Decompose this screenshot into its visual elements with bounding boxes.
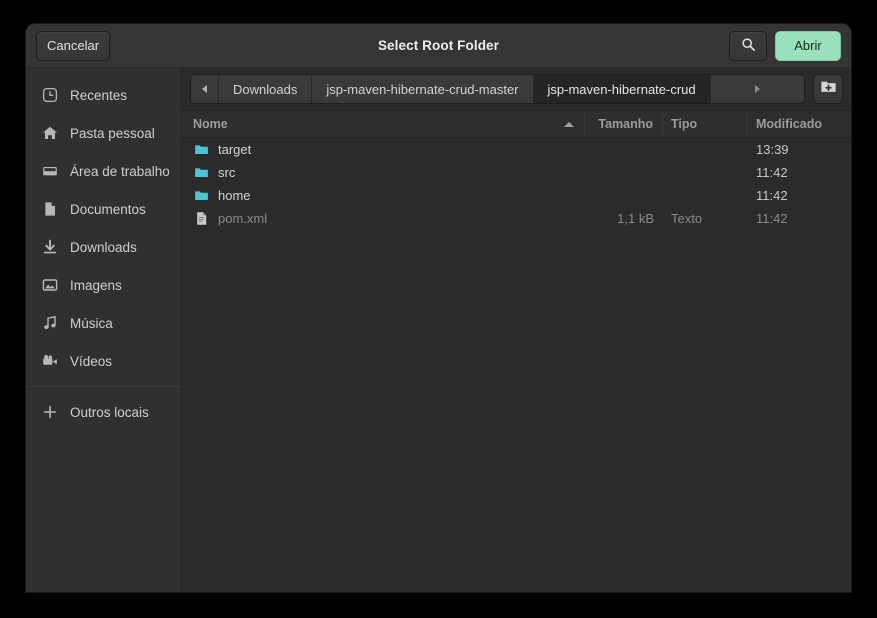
- file-name-label: pom.xml: [218, 211, 268, 226]
- sidebar-item-label: Área de trabalho: [70, 163, 170, 179]
- breadcrumb-item-label: Downloads: [233, 81, 298, 97]
- sidebar-item-videos[interactable]: Vídeos: [26, 342, 181, 380]
- table-row[interactable]: home 11:42: [182, 184, 851, 207]
- column-header-type[interactable]: Tipo: [663, 111, 748, 137]
- folder-icon: [193, 142, 209, 158]
- folder-icon: [193, 188, 209, 204]
- sidebar-item-label: Recentes: [70, 87, 128, 103]
- breadcrumb-scroll-right[interactable]: [710, 75, 804, 103]
- dialog-headerbar: Cancelar Select Root Folder Abrir: [26, 24, 851, 68]
- breadcrumb-item-label: jsp-maven-hibernate-crud-master: [326, 81, 519, 97]
- sort-ascending-icon: [564, 121, 574, 127]
- breadcrumb-item-jsp-maven-hibernate-crud[interactable]: jsp-maven-hibernate-crud: [533, 75, 711, 103]
- column-header-size[interactable]: Tamanho: [585, 111, 663, 137]
- sidebar-item-label: Imagens: [70, 277, 122, 293]
- sidebar-item-area-de-trabalho[interactable]: Área de trabalho: [26, 152, 181, 190]
- sidebar-item-label: Música: [70, 315, 113, 331]
- file-size-cell: 1,1 kB: [617, 211, 654, 226]
- sidebar-item-label: Pasta pessoal: [70, 125, 155, 141]
- table-row[interactable]: pom.xml 1,1 kB Texto 11:42: [182, 207, 851, 230]
- desktop-icon: [42, 163, 58, 179]
- column-header-type-label: Tipo: [671, 117, 698, 131]
- cancel-button-label: Cancelar: [47, 38, 100, 53]
- search-icon: [741, 37, 756, 55]
- file-list[interactable]: target 13:39 src 11:42 home 11:42 pom.xm…: [182, 138, 851, 592]
- file-browser-pane: Downloads jsp-maven-hibernate-crud-maste…: [182, 68, 851, 592]
- dialog-title: Select Root Folder: [377, 38, 500, 53]
- open-button-label: Abrir: [794, 38, 822, 53]
- file-modified-cell: 13:39: [756, 142, 789, 157]
- file-name-cell: src: [182, 165, 585, 181]
- column-header-name[interactable]: Nome: [182, 111, 585, 137]
- video-camera-icon: [42, 353, 58, 369]
- document-icon: [42, 201, 58, 217]
- table-row[interactable]: src 11:42: [182, 161, 851, 184]
- chevron-left-icon: [202, 85, 207, 93]
- breadcrumb-item-downloads[interactable]: Downloads: [219, 75, 313, 103]
- cancel-button[interactable]: Cancelar: [36, 30, 111, 61]
- home-icon: [42, 125, 58, 141]
- sidebar-item-documentos[interactable]: Documentos: [26, 190, 181, 228]
- new-folder-button[interactable]: [813, 74, 843, 104]
- file-name-cell: home: [182, 188, 585, 204]
- file-name-label: home: [218, 188, 251, 203]
- search-button[interactable]: [729, 30, 767, 61]
- file-modified-cell: 11:42: [756, 165, 788, 180]
- file-chooser-dialog: Cancelar Select Root Folder Abrir Recent…: [26, 24, 851, 592]
- file-list-column-headers: Nome Tamanho Tipo Modificado: [182, 110, 851, 138]
- sidebar-item-label: Documentos: [70, 201, 146, 217]
- pathbar: Downloads jsp-maven-hibernate-crud-maste…: [182, 68, 851, 110]
- file-name-cell: pom.xml: [182, 211, 585, 227]
- file-modified-cell: 11:42: [756, 211, 788, 226]
- file-modified-cell: 11:42: [756, 188, 788, 203]
- open-button[interactable]: Abrir: [775, 30, 841, 61]
- column-header-size-label: Tamanho: [598, 117, 653, 131]
- chevron-right-icon: [754, 85, 760, 93]
- new-folder-icon: [820, 78, 837, 100]
- download-icon: [42, 239, 58, 255]
- header-actions: Abrir: [729, 30, 841, 61]
- sidebar-item-label: Downloads: [70, 239, 137, 255]
- breadcrumb-item-label: jsp-maven-hibernate-crud: [547, 81, 696, 97]
- sidebar-item-downloads[interactable]: Downloads: [26, 228, 181, 266]
- sidebar-item-recentes[interactable]: Recentes: [26, 76, 181, 114]
- file-type-cell: Texto: [671, 211, 703, 226]
- breadcrumb-scroll-left[interactable]: [191, 75, 219, 103]
- column-header-modified[interactable]: Modificado: [748, 111, 851, 137]
- dialog-body: Recentes Pasta pessoal Área de trabalho …: [26, 68, 851, 592]
- breadcrumb: Downloads jsp-maven-hibernate-crud-maste…: [190, 74, 805, 104]
- sidebar-item-outros-locais[interactable]: Outros locais: [26, 393, 181, 431]
- folder-icon: [193, 165, 209, 181]
- file-name-label: src: [218, 165, 236, 180]
- places-sidebar: Recentes Pasta pessoal Área de trabalho …: [26, 68, 182, 592]
- sidebar-divider: [26, 386, 181, 387]
- image-icon: [42, 277, 58, 293]
- column-header-modified-label: Modificado: [756, 117, 822, 131]
- sidebar-item-imagens[interactable]: Imagens: [26, 266, 181, 304]
- sidebar-item-musica[interactable]: Música: [26, 304, 181, 342]
- file-name-label: target: [218, 142, 252, 157]
- sidebar-item-label: Outros locais: [70, 404, 149, 420]
- clock-icon: [42, 87, 58, 103]
- plus-icon: [42, 404, 58, 420]
- file-name-cell: target: [182, 142, 585, 158]
- breadcrumb-item-jsp-maven-hibernate-crud-master[interactable]: jsp-maven-hibernate-crud-master: [312, 75, 534, 103]
- sidebar-item-label: Vídeos: [70, 353, 113, 369]
- column-header-name-label: Nome: [193, 117, 228, 131]
- file-icon: [193, 211, 209, 227]
- table-row[interactable]: target 13:39: [182, 138, 851, 161]
- music-note-icon: [42, 315, 58, 331]
- sidebar-item-pasta-pessoal[interactable]: Pasta pessoal: [26, 114, 181, 152]
